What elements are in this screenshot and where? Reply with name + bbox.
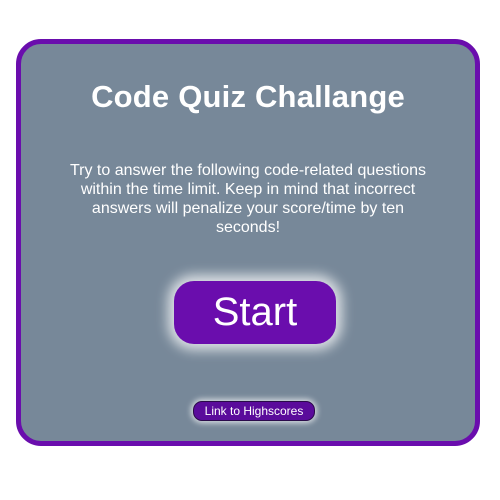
quiz-instructions: Try to answer the following code-related… — [69, 162, 427, 236]
highscores-link[interactable]: Link to Highscores — [193, 401, 315, 421]
quiz-card: Code Quiz Challange Try to answer the fo… — [16, 39, 480, 446]
page: Code Quiz Challange Try to answer the fo… — [0, 0, 500, 500]
start-button[interactable]: Start — [174, 281, 336, 344]
quiz-title: Code Quiz Challange — [91, 79, 405, 114]
